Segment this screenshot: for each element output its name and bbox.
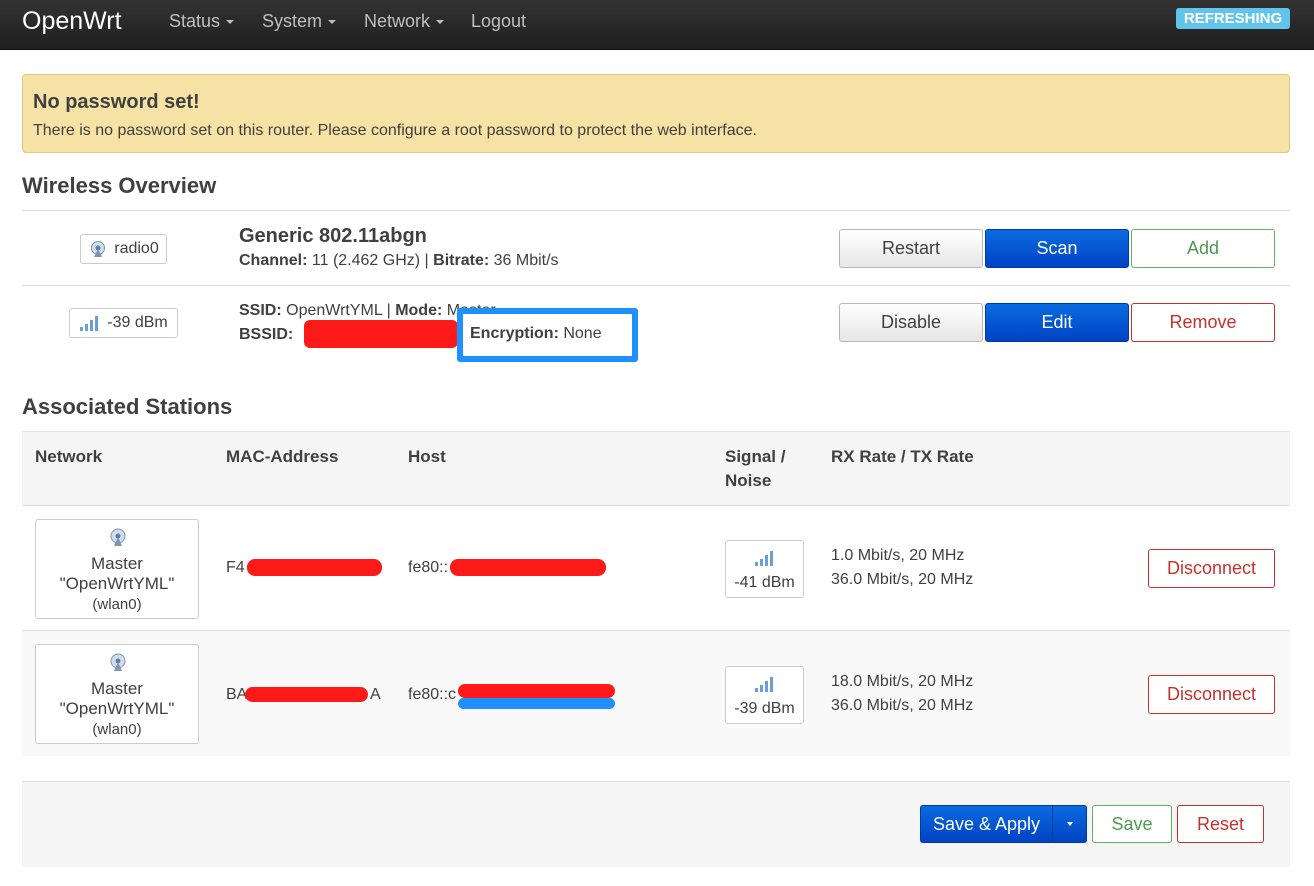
- bssid-label: BSSID:: [239, 326, 294, 343]
- ssid-label: SSID:: [239, 302, 282, 319]
- station-ssid: "OpenWrtYML": [59, 699, 175, 718]
- menu-network-label: Network: [364, 11, 431, 31]
- host-redaction: [450, 559, 606, 576]
- alert-title: No password set!: [33, 91, 200, 113]
- col-network: Network: [35, 447, 103, 466]
- signal-strength-icon: [80, 316, 99, 331]
- table-row: Master "OpenWrtYML" (wlan0) BA A fe80::c…: [22, 630, 1290, 756]
- host-prefix: fe80::: [408, 559, 449, 576]
- menu-logout[interactable]: Logout: [471, 11, 526, 31]
- edit-button[interactable]: Edit: [985, 303, 1129, 342]
- menu-system-label: System: [262, 11, 323, 31]
- station-iface: (wlan0): [92, 596, 142, 613]
- bitrate-label: Bitrate:: [433, 252, 490, 269]
- col-noise: Noise: [725, 471, 772, 490]
- signal-strength-icon: [755, 551, 773, 566]
- host-highlight-mark: [458, 698, 615, 709]
- scan-button[interactable]: Scan: [985, 229, 1129, 268]
- station-mode: Master: [91, 554, 143, 573]
- mac-redaction: [245, 687, 368, 702]
- save-apply-button[interactable]: Save & Apply: [921, 806, 1053, 842]
- add-button[interactable]: Add: [1131, 229, 1275, 268]
- save-apply-dropdown-toggle[interactable]: [1053, 806, 1086, 842]
- station-mode: Master: [91, 679, 143, 698]
- station-network-badge: Master "OpenWrtYML" (wlan0): [35, 644, 199, 744]
- tx-rate: 36.0 Mbit/s, 20 MHz: [831, 697, 974, 714]
- col-rx-tx-rate: RX Rate / TX Rate: [831, 447, 974, 466]
- divider: [22, 285, 1290, 286]
- bssid-redaction: [304, 320, 458, 348]
- table-row: Master "OpenWrtYML" (wlan0) F4 fe80:: -4…: [22, 505, 1290, 631]
- station-signal-badge: -39 dBm: [725, 666, 804, 724]
- disconnect-button[interactable]: Disconnect: [1148, 549, 1275, 588]
- save-apply-split-button[interactable]: Save & Apply: [920, 805, 1087, 843]
- encryption-highlight-box: Encryption: None: [457, 308, 638, 362]
- mac-prefix: F4: [226, 559, 245, 576]
- wireless-master-icon: [110, 528, 126, 546]
- menu-status-label: Status: [169, 11, 221, 31]
- menu-status[interactable]: Status: [169, 11, 235, 31]
- tx-rate: 36.0 Mbit/s, 20 MHz: [831, 571, 974, 588]
- wireless-master-icon: [110, 653, 126, 671]
- mac-redaction: [247, 559, 382, 576]
- network-signal-value: -39 dBm: [107, 314, 168, 331]
- mode-label: Mode:: [395, 302, 443, 319]
- radio-name: radio0: [114, 240, 159, 257]
- rx-rate: 18.0 Mbit/s, 20 MHz: [831, 673, 974, 690]
- station-network-badge: Master "OpenWrtYML" (wlan0): [35, 519, 199, 619]
- station-ssid: "OpenWrtYML": [59, 574, 175, 593]
- refreshing-badge[interactable]: REFRESHING: [1176, 8, 1290, 29]
- rx-rate: 1.0 Mbit/s, 20 MHz: [831, 547, 965, 564]
- channel-value: 11 (2.462 GHz): [311, 252, 421, 269]
- host-redaction: [458, 684, 615, 698]
- col-mac-address: MAC-Address: [226, 447, 339, 466]
- ssid-value: OpenWrtYML: [286, 302, 383, 319]
- bitrate-value: 36 Mbit/s: [493, 252, 559, 269]
- radio-label: radio0: [80, 234, 167, 264]
- stations-table-header: Network MAC-Address Host Signal / Noise …: [22, 431, 1290, 505]
- wireless-radio-icon: [91, 241, 106, 257]
- brand-logo[interactable]: OpenWrt: [22, 6, 122, 36]
- host-prefix: fe80::c: [408, 686, 457, 703]
- divider: [22, 210, 1290, 211]
- encryption-value: None: [563, 325, 602, 342]
- menu-network[interactable]: Network: [364, 11, 445, 31]
- col-signal: Signal /: [725, 447, 786, 466]
- alert-text: There is no password set on this router.…: [33, 122, 757, 139]
- caret-down-icon: [1067, 822, 1073, 826]
- radio-device-name: Generic 802.11abgn: [239, 225, 427, 247]
- caret-down-icon: [226, 20, 235, 24]
- associated-stations-heading: Associated Stations: [22, 394, 233, 419]
- station-iface: (wlan0): [92, 721, 142, 738]
- bssid-line: BSSID:: [239, 326, 293, 344]
- remove-button[interactable]: Remove: [1131, 303, 1275, 342]
- caret-down-icon: [328, 20, 337, 24]
- no-password-alert: No password set! There is no password se…: [22, 74, 1290, 153]
- radio-channel-line: Channel: 11 (2.462 GHz) | Bitrate: 36 Mb…: [239, 252, 559, 269]
- disable-button[interactable]: Disable: [839, 303, 983, 342]
- wireless-overview-heading: Wireless Overview: [22, 173, 217, 198]
- encryption-line: Encryption: None: [470, 325, 602, 343]
- caret-down-icon: [436, 20, 445, 24]
- disconnect-button[interactable]: Disconnect: [1148, 675, 1275, 714]
- channel-label: Channel:: [239, 252, 308, 269]
- mac-suffix: A: [370, 686, 381, 703]
- menu-system[interactable]: System: [262, 11, 337, 31]
- top-navbar: OpenWrt Status System Network Logout REF…: [0, 0, 1314, 50]
- save-button[interactable]: Save: [1092, 805, 1172, 843]
- encryption-label: Encryption:: [470, 325, 559, 342]
- reset-button[interactable]: Reset: [1177, 805, 1264, 843]
- station-signal-value: -39 dBm: [734, 700, 795, 717]
- signal-strength-icon: [755, 677, 773, 692]
- station-signal-value: -41 dBm: [734, 574, 795, 591]
- network-signal-label: -39 dBm: [69, 308, 178, 338]
- station-signal-badge: -41 dBm: [725, 540, 804, 598]
- col-host: Host: [408, 447, 446, 466]
- restart-button[interactable]: Restart: [839, 229, 983, 268]
